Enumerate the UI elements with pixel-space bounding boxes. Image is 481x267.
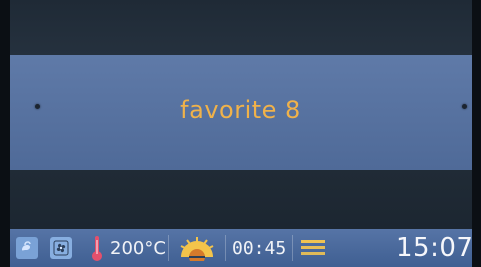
temperature-status[interactable]: 200°C <box>90 229 166 267</box>
timer-status[interactable]: 00:45 <box>232 229 286 267</box>
program-title: favorite 8 <box>180 96 301 124</box>
status-separator <box>225 235 226 261</box>
steam-status[interactable] <box>16 229 38 267</box>
bottom-panel <box>10 170 472 229</box>
fan-status[interactable] <box>50 229 72 267</box>
layers-icon <box>299 236 327 260</box>
status-separator <box>292 235 293 261</box>
temperature-value: 200°C <box>110 237 166 259</box>
sun-heat-icon <box>175 235 219 265</box>
clock-value: 15:07 <box>396 233 474 263</box>
oven-display-screen: favorite 8 200°C 00:45 15:07 <box>0 0 481 267</box>
heating-mode-status[interactable] <box>175 229 219 267</box>
timer-value: 00:45 <box>232 237 287 259</box>
top-panel <box>10 0 472 55</box>
fan-icon <box>50 237 72 259</box>
steam-icon <box>16 237 38 259</box>
shelves-status[interactable] <box>299 229 327 267</box>
status-bar: 200°C 00:45 15:07 <box>10 229 473 267</box>
clock-status: 15:07 <box>396 229 473 267</box>
thermometer-icon <box>90 234 104 262</box>
status-separator <box>168 235 169 261</box>
